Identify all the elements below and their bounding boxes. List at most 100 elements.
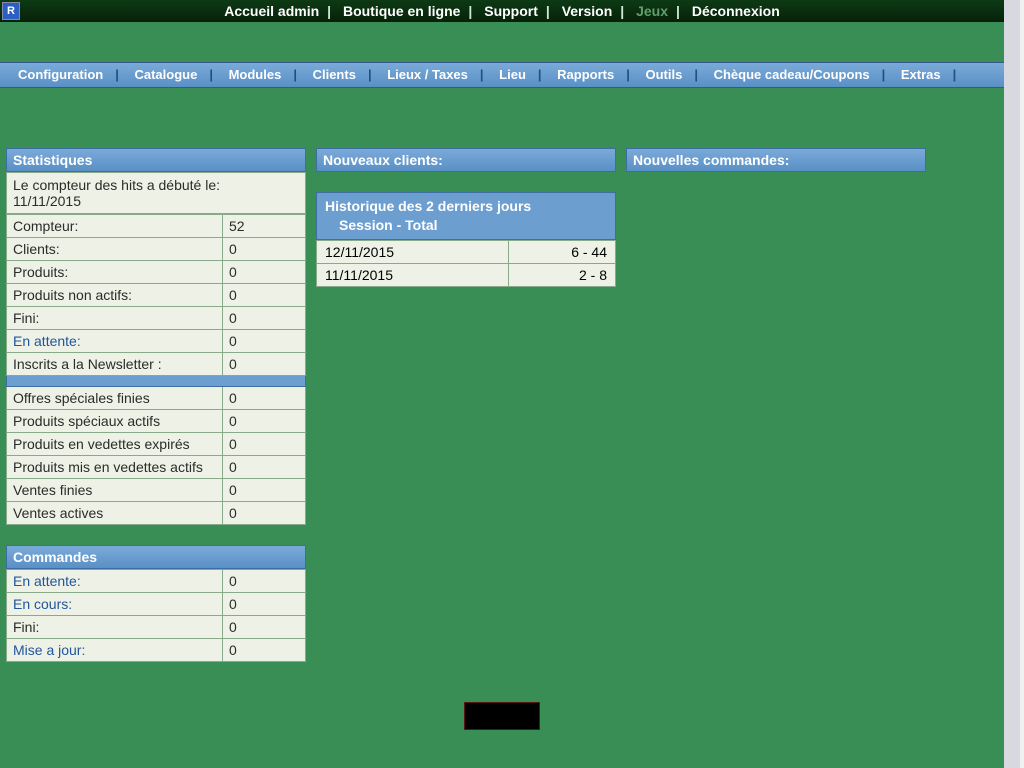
subnav-configuration[interactable]: Configuration [18,67,103,82]
table-row: 11/11/20152 - 8 [317,263,616,286]
subnav-lieu[interactable]: Lieu [499,67,526,82]
history-subtitle: Session - Total [325,216,607,235]
table-row: Produits en vedettes expirés0 [7,433,306,456]
new-orders-title: Nouvelles commandes: [626,148,926,172]
table-row: Produits:0 [7,261,306,284]
new-clients-panel: Nouveaux clients: [316,148,616,172]
separator: | [620,3,624,19]
separator: | [546,3,550,19]
separator: | [209,67,213,82]
stat-label: Produits non actifs: [7,284,223,307]
divider-row [7,376,306,387]
orders-table: En attente:0En cours:0Fini:0Mise a jour:… [6,569,306,662]
separator: | [694,67,698,82]
subnav-extras[interactable]: Extras [901,67,941,82]
history-date: 11/11/2015 [317,263,509,286]
stat-label: Produits mis en vedettes actifs [7,456,223,479]
orders-panel: Commandes En attente:0En cours:0Fini:0Mi… [6,545,306,662]
order-value: 0 [223,639,306,662]
stat-value: 0 [223,238,306,261]
order-value: 0 [223,593,306,616]
table-row: En attente:0 [7,570,306,593]
stat-label: Compteur: [7,215,223,238]
table-row: En attente:0 [7,330,306,353]
subnav-modules[interactable]: Modules [229,67,282,82]
stats-intro-date: 11/11/2015 [13,193,81,209]
separator: | [368,67,372,82]
table-row: Inscrits a la Newsletter :0 [7,353,306,376]
stat-label: Fini: [7,307,223,330]
table-row: Clients:0 [7,238,306,261]
stat-value: 0 [223,456,306,479]
header-spacer [0,22,1004,62]
stats-panel: Statistiques Le compteur des hits a débu… [6,148,306,525]
table-row: En cours:0 [7,593,306,616]
sub-nav: Configuration | Catalogue | Modules | Clien… [0,62,1004,88]
stats-table: Compteur:52Clients:0Produits:0Produits n… [6,214,306,525]
stat-label: Produits en vedettes expirés [7,433,223,456]
stat-label: Ventes finies [7,479,223,502]
topnav-jeux[interactable]: Jeux [636,3,668,19]
order-label: En cours: [7,593,223,616]
footer-logo[interactable] [464,702,540,730]
topnav-support[interactable]: Support [484,3,538,19]
subnav-catalogue[interactable]: Catalogue [134,67,197,82]
separator: | [676,3,680,19]
scroll-down-icon[interactable]: ▼ [1004,752,1020,768]
topnav-version[interactable]: Version [562,3,613,19]
subnav-cheque-cadeau-coupons[interactable]: Chèque cadeau/Coupons [714,67,870,82]
history-date: 12/11/2015 [317,240,509,263]
scroll-up-icon[interactable]: ▲ [1004,0,1020,16]
stat-label: Produits: [7,261,223,284]
separator: | [327,3,331,19]
topnav-deconnexion[interactable]: Déconnexion [692,3,780,19]
separator: | [468,3,472,19]
separator: | [882,67,886,82]
history-table: 12/11/20156 - 4411/11/20152 - 8 [316,240,616,287]
separator: | [480,67,484,82]
stat-value: 0 [223,284,306,307]
stat-value: 0 [223,330,306,353]
separator: | [953,67,957,82]
stats-intro: Le compteur des hits a débuté le: 11/11/… [6,172,306,214]
order-value: 0 [223,616,306,639]
history-title: Historique des 2 derniers jours Session … [316,192,616,240]
subnav-rapports[interactable]: Rapports [557,67,614,82]
table-row: Fini:0 [7,307,306,330]
subnav-lieux-taxes[interactable]: Lieux / Taxes [387,67,468,82]
stat-value: 0 [223,433,306,456]
stat-value: 0 [223,387,306,410]
subnav-outils[interactable]: Outils [645,67,682,82]
stat-label: Clients: [7,238,223,261]
window-scrollbar[interactable]: ▲ ▼ [1004,0,1020,768]
separator: | [293,67,297,82]
history-title-text: Historique des 2 derniers jours [325,198,531,214]
stat-value: 0 [223,307,306,330]
app-badge: R [2,2,20,20]
stat-label: Produits spéciaux actifs [7,410,223,433]
stats-intro-text: Le compteur des hits a débuté le: [13,177,220,193]
stat-label: Offres spéciales finies [7,387,223,410]
order-label: Mise a jour: [7,639,223,662]
stat-value: 0 [223,479,306,502]
stat-label: Ventes actives [7,502,223,525]
order-value: 0 [223,570,306,593]
table-row: Compteur:52 [7,215,306,238]
separator: | [626,67,630,82]
new-clients-title: Nouveaux clients: [316,148,616,172]
topnav-boutique-en-ligne[interactable]: Boutique en ligne [343,3,460,19]
stats-title: Statistiques [6,148,306,172]
topnav-accueil-admin[interactable]: Accueil admin [224,3,319,19]
history-value: 6 - 44 [509,240,616,263]
new-orders-panel: Nouvelles commandes: [626,148,926,172]
stat-value: 52 [223,215,306,238]
table-row: Produits mis en vedettes actifs0 [7,456,306,479]
table-row: Produits non actifs:0 [7,284,306,307]
subnav-clients[interactable]: Clients [313,67,356,82]
table-row: Ventes finies0 [7,479,306,502]
separator: | [115,67,119,82]
table-row: 12/11/20156 - 44 [317,240,616,263]
order-label: En attente: [7,570,223,593]
scroll-track[interactable] [1004,16,1020,752]
table-row: Offres spéciales finies0 [7,387,306,410]
